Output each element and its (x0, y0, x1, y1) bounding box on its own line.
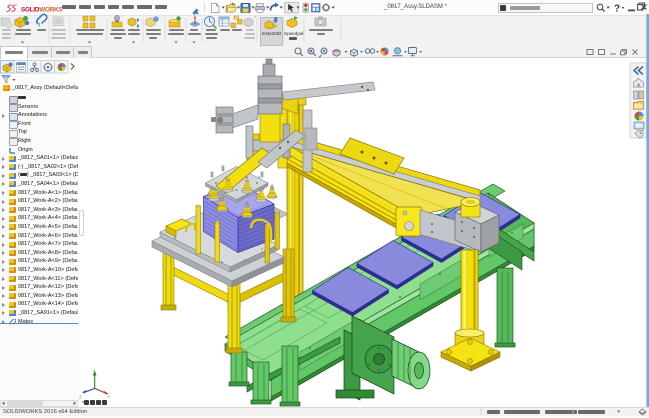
svg-text:Z: Z (79, 395, 82, 400)
svg-text:?: ? (614, 4, 620, 15)
svg-text:Y: Y (93, 369, 96, 374)
svg-text:X: X (107, 394, 110, 399)
